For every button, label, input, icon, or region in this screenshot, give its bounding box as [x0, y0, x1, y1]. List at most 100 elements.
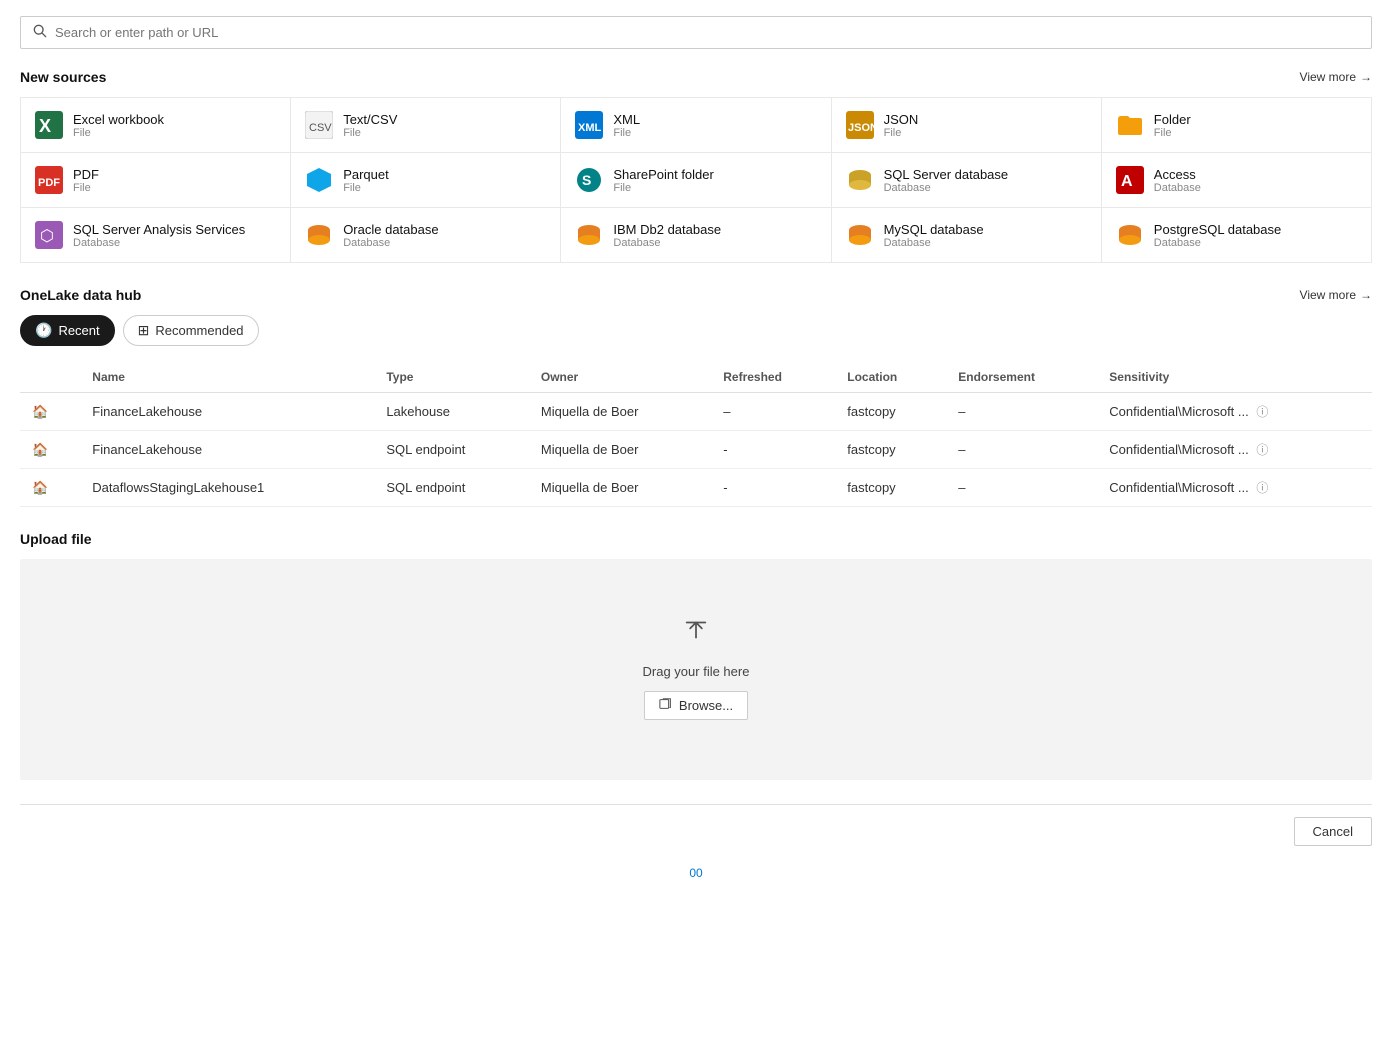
source-info-ibm: IBM Db2 database Database [613, 222, 721, 249]
browse-file-icon [659, 697, 673, 714]
source-item-folder[interactable]: Folder File [1102, 98, 1371, 152]
source-item-mysql[interactable]: MySQL database Database [832, 208, 1101, 262]
table-row[interactable]: 🏠 DataflowsStagingLakehouse1 SQL endpoin… [20, 469, 1372, 507]
browse-button[interactable]: Browse... [644, 691, 748, 720]
row-type-1: SQL endpoint [374, 431, 529, 469]
info-icon-2[interactable]: ⓘ [1256, 481, 1268, 495]
new-sources-title: New sources [20, 69, 106, 85]
tab-label-recent: Recent [58, 323, 99, 338]
svg-text:S: S [582, 172, 591, 188]
upload-title: Upload file [20, 531, 92, 547]
source-name-pdf: PDF [73, 167, 99, 182]
source-name-mysql: MySQL database [884, 222, 984, 237]
search-input[interactable] [55, 25, 1359, 40]
row-name-2: DataflowsStagingLakehouse1 [80, 469, 374, 507]
row-icon-2: 🏠 [20, 469, 80, 507]
source-info-ssas: SQL Server Analysis Services Database [73, 222, 245, 249]
tab-icon-recent: 🕐 [35, 322, 52, 339]
source-item-pdf[interactable]: PDF PDF File [21, 153, 290, 207]
row-endorsement-2: – [946, 469, 1097, 507]
info-icon-1[interactable]: ⓘ [1256, 443, 1268, 457]
row-owner-1: Miquella de Boer [529, 431, 711, 469]
source-name-json: JSON [884, 112, 919, 127]
row-location-1: fastcopy [835, 431, 946, 469]
row-sensitivity-2: Confidential\Microsoft ... ⓘ [1097, 469, 1372, 507]
source-icon-ssas: ⬡ [35, 221, 63, 249]
source-name-sharepoint: SharePoint folder [613, 167, 713, 182]
new-sources-view-more[interactable]: View more → [1300, 70, 1372, 84]
source-icon-postgresql [1116, 221, 1144, 249]
source-icon-pdf: PDF [35, 166, 63, 194]
source-type-ssas: Database [73, 237, 245, 249]
source-info-sql-server: SQL Server database Database [884, 167, 1009, 194]
svg-text:X: X [39, 116, 51, 136]
source-info-xml: XML File [613, 112, 640, 139]
svg-text:PDF: PDF [38, 177, 60, 189]
row-icon-0: 🏠 [20, 393, 80, 431]
source-name-folder: Folder [1154, 112, 1191, 127]
source-type-sql-server: Database [884, 182, 1009, 194]
svg-text:CSV: CSV [309, 122, 332, 134]
source-item-postgresql[interactable]: PostgreSQL database Database [1102, 208, 1371, 262]
tab-icon-recommended: ⊞ [138, 322, 150, 339]
source-info-text-csv: Text/CSV File [343, 112, 397, 139]
source-info-mysql: MySQL database Database [884, 222, 984, 249]
source-type-sharepoint: File [613, 182, 713, 194]
source-icon-xml: XML [575, 111, 603, 139]
source-item-access[interactable]: A Access Database [1102, 153, 1371, 207]
source-name-excel: Excel workbook [73, 112, 164, 127]
source-icon-mysql [846, 221, 874, 249]
tab-recommended[interactable]: ⊞ Recommended [123, 315, 259, 346]
source-type-text-csv: File [343, 127, 397, 139]
source-item-json[interactable]: JSON JSON File [832, 98, 1101, 152]
source-item-excel[interactable]: X Excel workbook File [21, 98, 290, 152]
new-sources-header: New sources View more → [20, 69, 1372, 85]
info-icon-0[interactable]: ⓘ [1256, 405, 1268, 419]
source-info-folder: Folder File [1154, 112, 1191, 139]
source-type-pdf: File [73, 182, 99, 194]
source-icon-json: JSON [846, 111, 874, 139]
page-number: 00 [20, 858, 1372, 888]
row-endorsement-1: – [946, 431, 1097, 469]
upload-drop-zone[interactable]: Drag your file here Browse... [20, 559, 1372, 780]
source-name-postgresql: PostgreSQL database [1154, 222, 1281, 237]
row-name-1: FinanceLakehouse [80, 431, 374, 469]
source-item-parquet[interactable]: Parquet File [291, 153, 560, 207]
sources-grid: X Excel workbook File CSV Text/CSV File … [20, 97, 1372, 263]
source-item-ssas[interactable]: ⬡ SQL Server Analysis Services Database [21, 208, 290, 262]
row-location-2: fastcopy [835, 469, 946, 507]
footer: Cancel [20, 804, 1372, 858]
source-info-parquet: Parquet File [343, 167, 389, 194]
source-info-excel: Excel workbook File [73, 112, 164, 139]
onelake-title: OneLake data hub [20, 287, 141, 303]
tab-label-recommended: Recommended [155, 323, 243, 338]
onelake-section: OneLake data hub View more → 🕐 Recent ⊞ Rec… [20, 287, 1372, 507]
source-item-sharepoint[interactable]: S SharePoint folder File [561, 153, 830, 207]
row-endorsement-0: – [946, 393, 1097, 431]
source-icon-ibm [575, 221, 603, 249]
source-item-ibm[interactable]: IBM Db2 database Database [561, 208, 830, 262]
source-item-xml[interactable]: XML XML File [561, 98, 830, 152]
source-icon-folder [1116, 111, 1144, 139]
row-name-0: FinanceLakehouse [80, 393, 374, 431]
source-item-oracle[interactable]: Oracle database Database [291, 208, 560, 262]
table-row[interactable]: 🏠 FinanceLakehouse Lakehouse Miquella de… [20, 393, 1372, 431]
search-bar[interactable] [20, 16, 1372, 49]
source-info-postgresql: PostgreSQL database Database [1154, 222, 1281, 249]
row-refreshed-2: - [711, 469, 835, 507]
cancel-button[interactable]: Cancel [1294, 817, 1372, 846]
row-refreshed-1: - [711, 431, 835, 469]
source-icon-sql-server [846, 166, 874, 194]
source-type-ibm: Database [613, 237, 721, 249]
source-item-sql-server[interactable]: SQL Server database Database [832, 153, 1101, 207]
tab-recent[interactable]: 🕐 Recent [20, 315, 115, 346]
svg-text:JSON: JSON [848, 122, 874, 134]
onelake-view-more[interactable]: View more → [1300, 288, 1372, 302]
source-type-folder: File [1154, 127, 1191, 139]
source-item-text-csv[interactable]: CSV Text/CSV File [291, 98, 560, 152]
col-header-icon [20, 362, 80, 393]
source-name-access: Access [1154, 167, 1201, 182]
col-header-refreshed: Refreshed [711, 362, 835, 393]
table-row[interactable]: 🏠 FinanceLakehouse SQL endpoint Miquella… [20, 431, 1372, 469]
upload-section: Upload file Drag your file here Browse [20, 531, 1372, 780]
